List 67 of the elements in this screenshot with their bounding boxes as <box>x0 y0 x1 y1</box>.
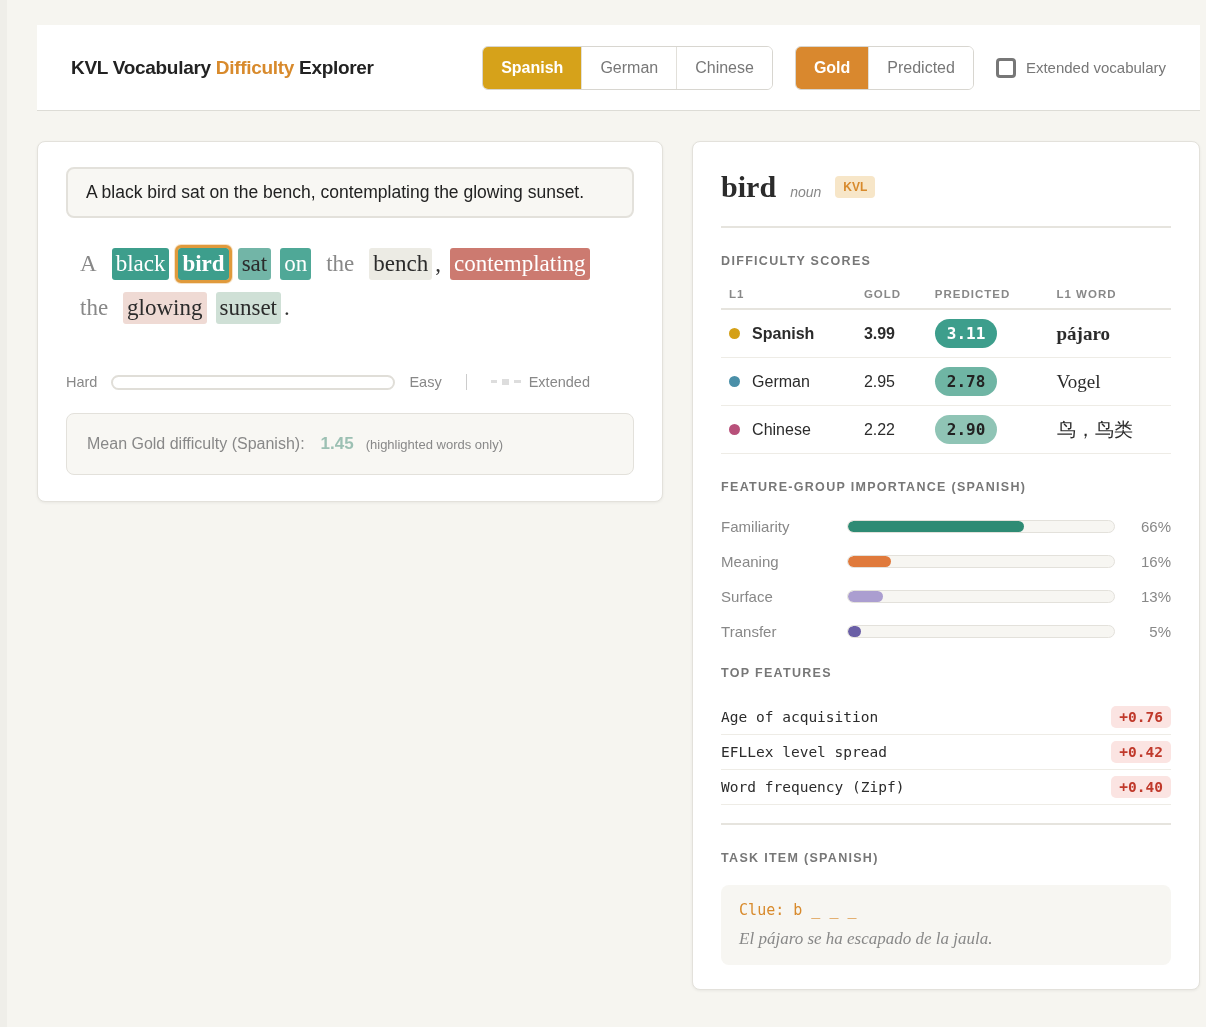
mean-note: (highlighted words only) <box>365 437 503 452</box>
word-token[interactable]: glowing <box>123 292 207 324</box>
word-token[interactable]: black <box>111 248 170 280</box>
legend-label: Easy <box>409 374 442 390</box>
group-label: Meaning <box>721 553 780 570</box>
percentage: 5% <box>1148 623 1171 640</box>
word-token[interactable]: sunset <box>215 292 281 324</box>
section-heading: DIFFICULTY SCORES <box>721 254 873 268</box>
predicted-score: 2.78 <box>934 367 998 396</box>
language-name: German <box>752 372 810 391</box>
column-header: PREDICTED <box>926 288 1049 309</box>
section-heading: TASK ITEM (SPANISH) <box>721 851 880 865</box>
language-tab[interactable]: Chinese <box>676 46 772 89</box>
group-label: Surface <box>721 588 774 605</box>
mode-tab[interactable]: Gold <box>795 46 869 89</box>
word-token[interactable]: on <box>280 248 312 280</box>
group-label: Familiarity <box>721 518 791 535</box>
app-title: KVL Vocabulary Difficulty Explorer <box>71 56 374 79</box>
mean-value: 1.45 <box>320 434 354 454</box>
word-token[interactable]: sat <box>237 248 272 280</box>
section-heading: TOP FEATURES <box>721 666 833 680</box>
translation: pájaro <box>1056 322 1110 344</box>
reference-score: 2.22 <box>863 420 895 438</box>
percentage: 16% <box>1139 553 1171 570</box>
word-token: the <box>325 250 356 278</box>
feature-value: +0.40 <box>1111 776 1171 798</box>
word-heading: bird <box>721 170 777 204</box>
word-token: the <box>79 294 110 322</box>
dashed-line-icon <box>490 379 521 385</box>
column-header: L1 <box>721 288 856 309</box>
language-name: Spanish <box>752 324 815 343</box>
word-token: A <box>79 250 98 278</box>
percentage: 13% <box>1139 588 1171 605</box>
sentence-field[interactable]: A black bird sat on the bench, contemplating the glowing sunset. <box>66 167 635 218</box>
feature-value: +0.76 <box>1111 706 1171 728</box>
language-tab[interactable]: Spanish <box>483 46 582 89</box>
punctuation: . <box>284 294 290 322</box>
feature-name: Age of acquisition <box>721 709 879 725</box>
feature-name: Word frequency (Zipf) <box>721 779 905 795</box>
translation: 鸟，鸟类 <box>1056 418 1133 440</box>
group-label: Transfer <box>721 623 778 640</box>
predicted-score: 2.90 <box>934 415 998 444</box>
feature-value: +0.42 <box>1111 741 1171 763</box>
section-heading: FEATURE-GROUP IMPORTANCE (SPANISH) <box>721 480 1028 494</box>
checkbox-icon[interactable] <box>995 57 1016 78</box>
part-of-speech: noun <box>790 184 822 200</box>
column-header: GOLD <box>855 288 927 309</box>
source-badge: KVL <box>835 176 876 198</box>
legend-label: Hard <box>66 374 98 390</box>
clue-text: Clue: b _ _ _ <box>739 901 858 919</box>
extended-checkbox[interactable]: Extended vocabulary <box>995 57 1166 78</box>
legend-label: Extended <box>528 374 590 390</box>
percentage: 66% <box>1139 518 1171 535</box>
reference-score: 2.95 <box>863 372 895 390</box>
word-token[interactable]: contemplating <box>449 248 590 280</box>
mean-label: Mean Gold difficulty (Spanish): <box>87 435 305 453</box>
word-token[interactable]: bird <box>178 248 229 280</box>
feature-name: EFLLex level spread <box>721 744 887 760</box>
language-name: Chinese <box>752 420 811 439</box>
translation: Vogel <box>1056 370 1101 392</box>
column-header: L1 WORD <box>1048 288 1171 309</box>
predicted-score: 3.11 <box>934 319 998 348</box>
example-sentence: El pájaro se ha escapado de la jaula. <box>739 929 994 949</box>
word-token[interactable]: bench <box>369 248 433 280</box>
mode-tab[interactable]: Predicted <box>868 46 973 89</box>
reference-score: 3.99 <box>863 324 895 342</box>
punctuation: , <box>435 250 441 278</box>
